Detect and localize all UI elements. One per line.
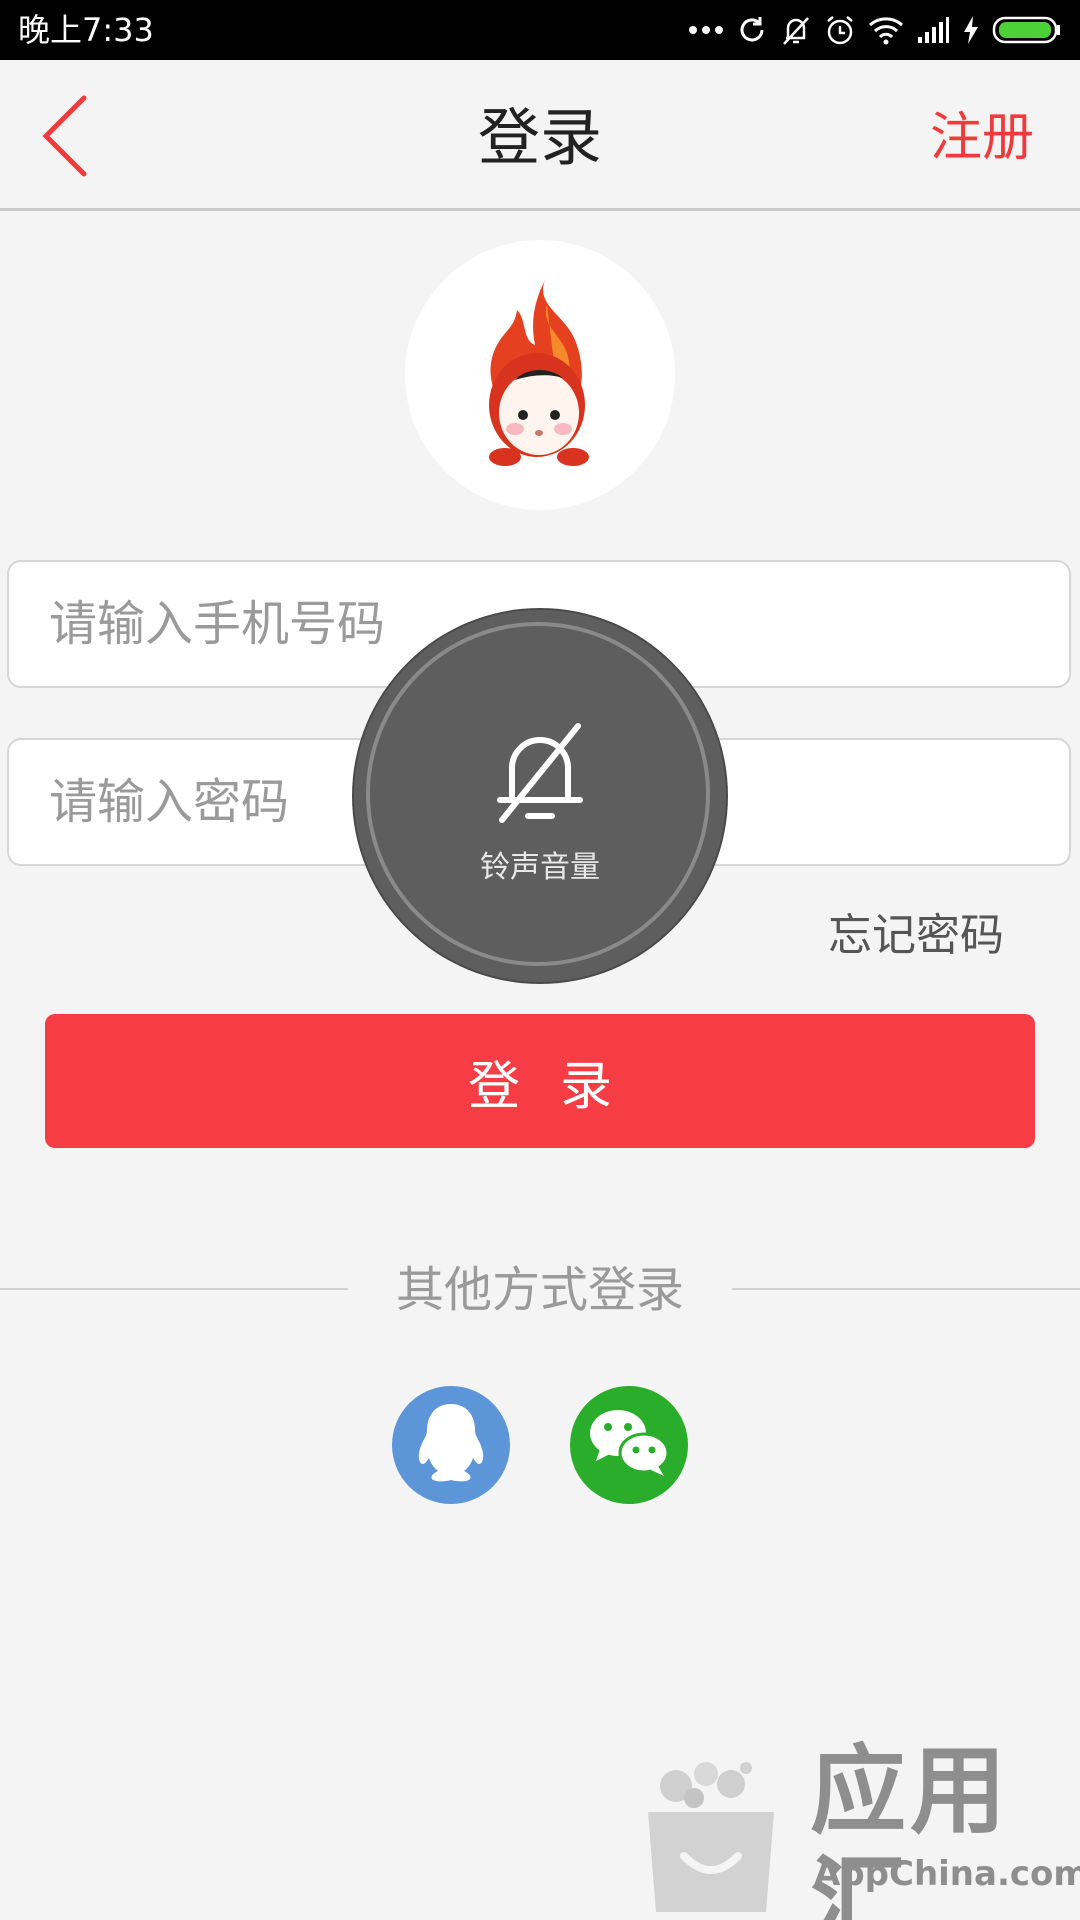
volume-label: 铃声音量 <box>480 850 600 885</box>
more-dots-icon <box>688 25 724 35</box>
shopping-bag-logo-icon <box>636 1756 786 1920</box>
appchina-watermark: 应用汇 AppChina.com <box>636 1736 1080 1920</box>
ringtone-volume-toast: 铃声音量 <box>354 610 726 982</box>
divider-left <box>0 1288 348 1290</box>
wifi-icon <box>868 15 904 45</box>
other-login-label: 其他方式登录 <box>395 1262 684 1318</box>
charging-icon <box>962 15 980 45</box>
divider-right <box>732 1288 1080 1290</box>
status-bar: 晚上7:33 <box>0 0 1080 60</box>
watermark-en: AppChina.com <box>814 1854 1080 1894</box>
status-time: 晚上7:33 <box>18 11 154 49</box>
qq-icon <box>411 1400 491 1490</box>
forgot-password-link[interactable]: 忘记密码 <box>828 906 1004 966</box>
register-link[interactable]: 注册 <box>930 100 1034 176</box>
battery-icon <box>992 15 1062 45</box>
alarm-icon <box>824 14 856 46</box>
flame-mascot-icon <box>489 280 589 466</box>
bell-off-icon <box>780 14 812 46</box>
status-icons <box>688 10 1062 50</box>
app-mascot-avatar <box>405 240 675 510</box>
sync-icon <box>736 14 768 46</box>
page-title: 登录 <box>477 101 602 174</box>
wechat-login-button[interactable] <box>570 1386 688 1504</box>
login-screen: 晚上7:33 登录 注册 请输入手机号码 忘记密码 登录 其他方式登录 铃声音量… <box>0 0 1080 1920</box>
signal-icon <box>916 15 950 45</box>
login-button[interactable]: 登录 <box>45 1014 1035 1148</box>
nav-bar: 登录 注册 <box>0 60 1080 211</box>
qq-login-button[interactable] <box>392 1386 510 1504</box>
bell-off-icon <box>490 720 590 834</box>
wechat-icon <box>584 1403 674 1487</box>
